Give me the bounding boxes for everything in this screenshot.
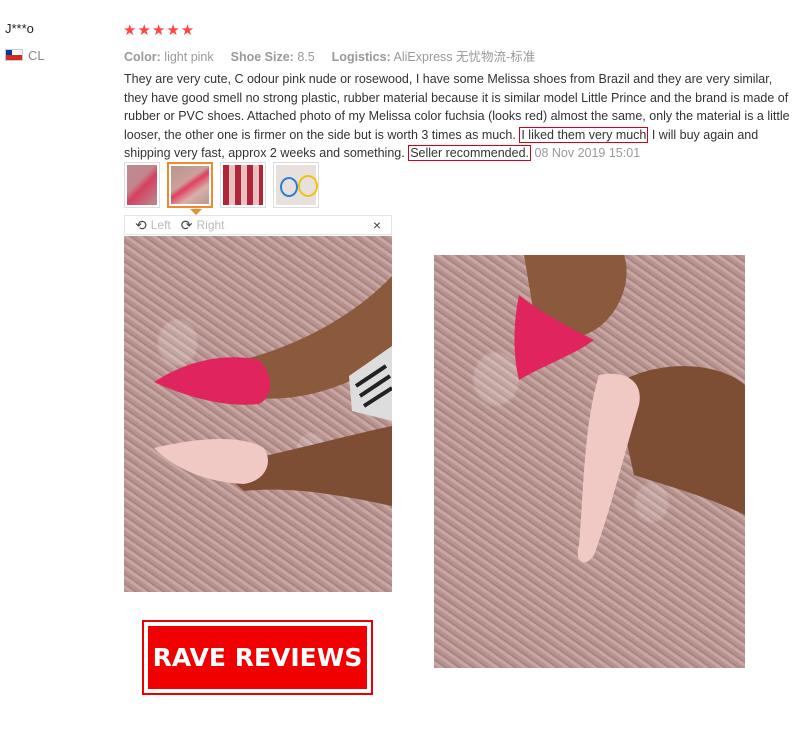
- color-label: Color:: [124, 50, 161, 64]
- logistics-label: Logistics:: [331, 50, 391, 64]
- size-label: Shoe Size:: [230, 50, 294, 64]
- rotate-right-button[interactable]: ⟳ Right: [181, 218, 225, 232]
- photo-thumbnails: [124, 162, 319, 208]
- review-date: 08 Nov 2019 15:01: [534, 146, 641, 160]
- color-value: light pink: [164, 50, 214, 64]
- thumbnail-3[interactable]: [220, 162, 266, 208]
- rotate-right-label: Right: [196, 218, 225, 232]
- logistics-value: AliExpress 无忧物流-标准: [393, 50, 536, 64]
- reviewer-country: CL: [5, 47, 45, 63]
- country-code: CL: [28, 47, 45, 63]
- second-review-photo: [434, 255, 745, 668]
- close-icon[interactable]: ×: [373, 217, 381, 233]
- rave-reviews-text: RAVE REVIEWS: [148, 626, 367, 689]
- reviewer-name: J***o: [5, 21, 34, 36]
- rave-reviews-banner: RAVE REVIEWS: [142, 620, 373, 695]
- thumbnail-4[interactable]: [273, 162, 319, 208]
- review-attributes: Color: light pink Shoe Size: 8.5 Logisti…: [124, 46, 535, 65]
- photo-viewer-toolbar: ⟲ Left ⟳ Right ×: [124, 215, 392, 235]
- rotate-left-label: Left: [150, 218, 171, 232]
- chile-flag-icon: [5, 49, 23, 61]
- thumbnail-1[interactable]: [124, 162, 160, 208]
- enlarged-review-photo: [124, 236, 392, 592]
- highlight-recommended: Seller recommended.: [408, 145, 532, 161]
- rating-stars: ★★★★★: [123, 22, 196, 39]
- highlight-liked: I liked them very much: [519, 126, 649, 143]
- review-text: They are very cute, C odour pink nude or…: [124, 70, 796, 163]
- size-value: 8.5: [297, 50, 315, 64]
- thumbnail-2-active[interactable]: [167, 162, 213, 208]
- rotate-left-button[interactable]: ⟲ Left: [135, 218, 171, 232]
- rotate-right-icon: ⟳: [180, 217, 193, 233]
- rotate-left-icon: ⟲: [135, 217, 147, 233]
